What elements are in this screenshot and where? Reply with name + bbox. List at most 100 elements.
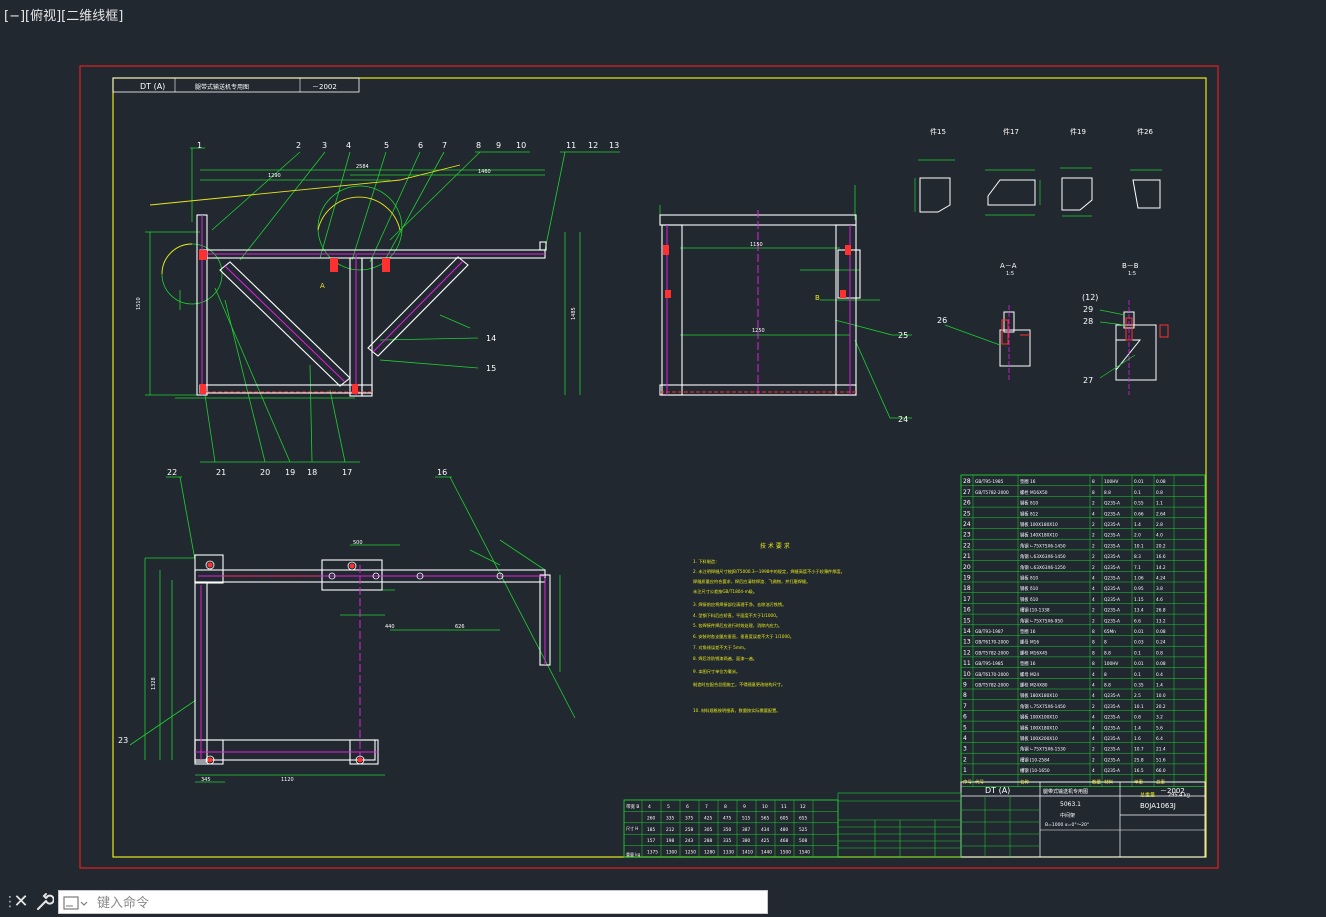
command-input[interactable] xyxy=(95,892,759,914)
bom-cell: 8 xyxy=(1092,650,1095,656)
cad-drawing-canvas[interactable]: DT (A) 腿带式输送机专用图 －2002 1 2 3 4 5 6 7 8 9… xyxy=(0,0,1326,886)
bom-cell: 10.0 xyxy=(1156,693,1166,699)
dimension-text: 1290 xyxy=(268,173,281,179)
bom-cell: 4 xyxy=(1092,725,1095,731)
item-number: 12 xyxy=(588,141,598,150)
bom-cell: Q235-A xyxy=(1104,543,1120,549)
bom-cell: 26.8 xyxy=(1156,608,1166,614)
bom-cell: 8 xyxy=(1092,479,1095,485)
bom-total-label: 总重量 xyxy=(1140,792,1155,799)
bom-cell: Q235-A xyxy=(1104,597,1120,603)
top-title-year: －2002 xyxy=(312,83,337,91)
table-cell: 1500 xyxy=(780,850,791,856)
section-scale: 1:5 xyxy=(1128,271,1136,277)
bom-cell: 0.8 xyxy=(1156,490,1163,496)
bom-cell: 钢板 δ10 xyxy=(1020,596,1038,603)
svg-text:B: B xyxy=(815,294,820,302)
section-label: B－B xyxy=(1122,262,1139,270)
bom-cell: 角钢 ∟63X63X6-1250 xyxy=(1020,564,1066,571)
item-number: 28 xyxy=(1083,317,1093,326)
bom-cell: 7 xyxy=(963,703,967,710)
bom-cell: GB/T95-1985 xyxy=(975,661,1004,667)
bom-cell: 钢板 δ10 xyxy=(1020,585,1038,592)
detail-label: 件19 xyxy=(1070,127,1086,136)
bom-cell: 9 xyxy=(963,682,967,689)
bom-cell: 19 xyxy=(963,575,971,582)
bom-cell: 0.8 xyxy=(1134,715,1141,721)
bom-cell: Q235-A xyxy=(1104,554,1120,560)
title-block-year: －2002 xyxy=(1160,787,1185,795)
bom-cell: 21.4 xyxy=(1156,747,1166,753)
bom-cell: 垫圈 16 xyxy=(1020,660,1036,667)
bom-cell: 0.01 xyxy=(1134,629,1144,635)
bom-cell: 26 xyxy=(963,500,971,507)
table-cell: 1375 xyxy=(647,850,658,856)
item-number: 8 xyxy=(476,141,481,150)
bom-cell: 20 xyxy=(963,564,971,571)
item-number: 17 xyxy=(342,468,352,477)
bom-cell: 20.2 xyxy=(1156,543,1166,549)
table-cell: 425 xyxy=(761,838,769,844)
bom-cell: 螺栓 M24X80 xyxy=(1020,682,1048,689)
bom-cell: 4 xyxy=(1092,683,1095,689)
bom-cell: 角钢 ∟75X75X6-1450 xyxy=(1020,542,1066,549)
bom-cell: 槽钢 [10-2584 xyxy=(1020,756,1050,763)
bom-cell: 100HV xyxy=(1104,661,1118,667)
dimension-text: 1328 xyxy=(151,677,157,690)
table-cell: 480 xyxy=(780,827,788,833)
item-number: 10 xyxy=(516,141,526,150)
bom-cell: 10.1 xyxy=(1134,704,1144,710)
bom-cell: GB/T5782-2000 xyxy=(975,650,1009,656)
bom-cell: 0.55 xyxy=(1134,501,1144,507)
bom-cell: 13.4 xyxy=(1134,608,1144,614)
bom-cell: 螺栓 M16X50 xyxy=(1020,489,1048,496)
bom-cell: 1.1 xyxy=(1156,501,1163,507)
detail-label: 件17 xyxy=(1003,127,1019,136)
table-cell: 212 xyxy=(666,827,674,833)
svg-text:A: A xyxy=(320,282,325,290)
dimension-text: 1485 xyxy=(571,307,577,320)
bom-cell: 垫圈 16 xyxy=(1020,478,1036,485)
bom-cell: 16 xyxy=(963,607,971,614)
dimension-text: 626 xyxy=(455,624,465,630)
bom-cell: 钢板 140X180X10 xyxy=(1020,532,1058,539)
command-input-box[interactable] xyxy=(58,890,768,914)
bom-cell: 27 xyxy=(963,489,971,496)
bom-cell: Q235-A xyxy=(1104,704,1120,710)
bom-cell: 6.4 xyxy=(1156,736,1163,742)
bom-cell: GB/T6170-2000 xyxy=(975,672,1009,678)
bom-cell: 2.8 xyxy=(1156,522,1163,528)
table-header-cell: 9 xyxy=(743,804,746,810)
bom-cell: 10.1 xyxy=(1134,543,1144,549)
item-number: 11 xyxy=(566,141,576,150)
dimension-text: 500 xyxy=(353,540,363,546)
bom-cell: 4 xyxy=(1092,672,1095,678)
item-number: 6 xyxy=(418,141,423,150)
bom-cell: 角钢 ∟75X75X6-1530 xyxy=(1020,746,1066,753)
section-label: A－A xyxy=(1000,262,1017,270)
item-number: 14 xyxy=(486,334,496,343)
bom-cell: 0.24 xyxy=(1156,640,1166,646)
grip-handle[interactable]: ⋮ xyxy=(3,894,17,910)
bom-cell: 角钢 ∟75X75X6-950 xyxy=(1020,617,1063,624)
table-cell: 335 xyxy=(723,838,731,844)
bom-cell: 0.01 xyxy=(1134,479,1144,485)
bom-cell: 66.0 xyxy=(1156,768,1166,774)
bom-cell: 2 xyxy=(1092,543,1095,549)
bom-cell: 23 xyxy=(963,532,971,539)
wrench-icon[interactable] xyxy=(34,891,55,913)
note-line: 8. 焊后涂防锈漆两遍，面漆一遍。 xyxy=(693,655,757,662)
bom-cell: Q235-A xyxy=(1104,725,1120,731)
main-title-block: DT (A) 腿带式输送机专用图 －2002 B0JA1063J 5063.1 … xyxy=(960,781,1206,858)
plan-view: 22 16 23 500 1120 345 440 626 1328 xyxy=(118,468,576,783)
table-cell: 525 xyxy=(799,827,807,833)
bom-cell: 4.24 xyxy=(1156,576,1166,582)
command-prompt-icon[interactable] xyxy=(63,895,89,911)
table-cell: 1540 xyxy=(799,850,810,856)
close-icon[interactable]: ✕ xyxy=(12,891,30,913)
table-cell: 434 xyxy=(761,827,769,833)
bom-cell: 2 xyxy=(1092,522,1095,528)
item-number: 7 xyxy=(442,141,447,150)
bom-cell: 0.66 xyxy=(1134,511,1144,517)
table-cell: 157 xyxy=(647,838,655,844)
